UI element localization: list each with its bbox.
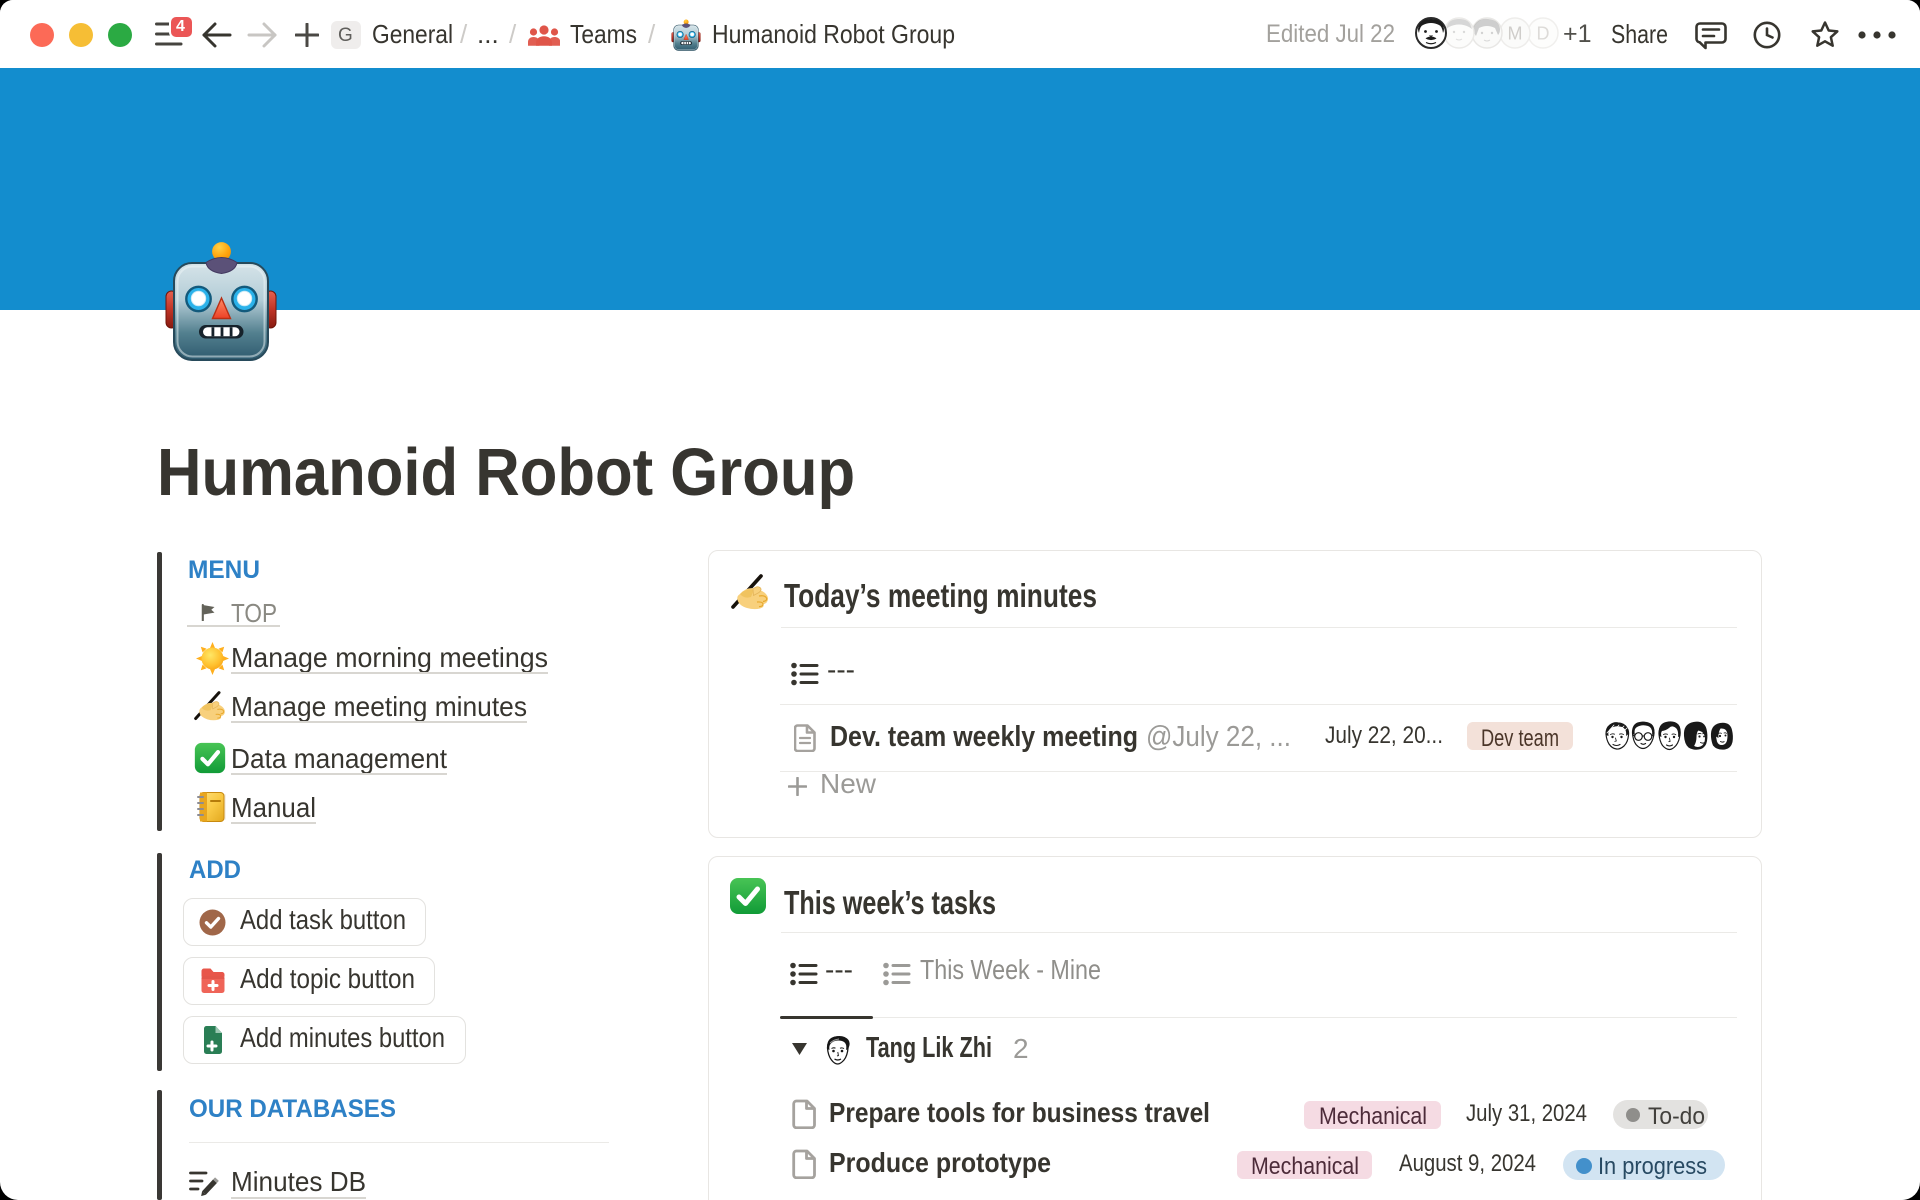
svg-text:M: M [1508, 24, 1523, 44]
svg-text:D: D [1537, 24, 1550, 44]
